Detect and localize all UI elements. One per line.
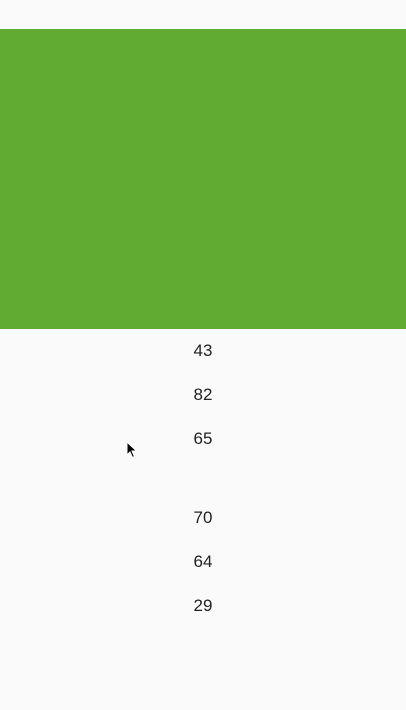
mouse-pointer-icon: [126, 441, 138, 459]
list-item[interactable]: 29: [0, 596, 406, 616]
list-item[interactable]: 65: [0, 429, 406, 449]
list-item[interactable]: 82: [0, 385, 406, 405]
list-item[interactable]: 70: [0, 508, 406, 528]
list-item[interactable]: 43: [0, 341, 406, 361]
status-bar: [0, 0, 406, 29]
green-banner[interactable]: [0, 29, 406, 329]
list-item[interactable]: 64: [0, 552, 406, 572]
